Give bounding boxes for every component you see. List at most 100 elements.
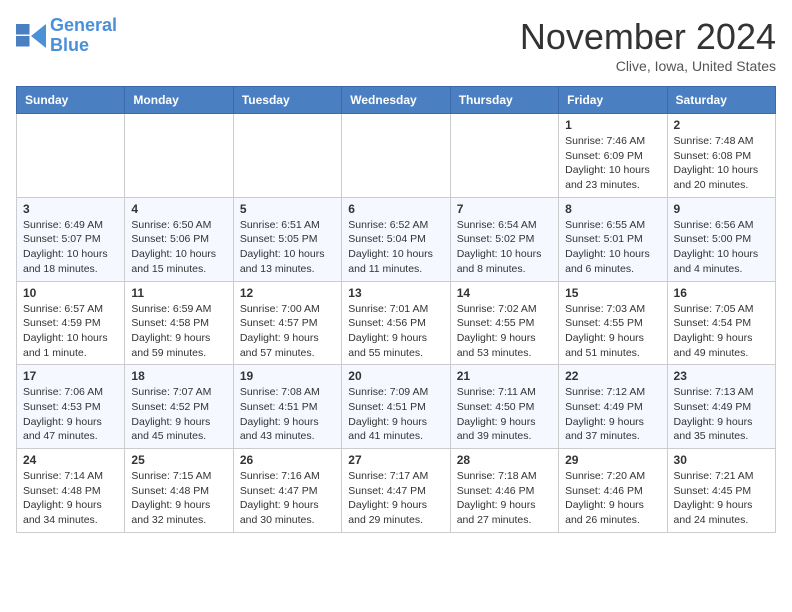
day-number: 19	[240, 369, 335, 383]
day-info: Sunrise: 7:13 AM Sunset: 4:49 PM Dayligh…	[674, 385, 769, 444]
calendar-cell: 23 Sunrise: 7:13 AM Sunset: 4:49 PM Dayli…	[667, 365, 775, 449]
day-info: Sunrise: 6:49 AM Sunset: 5:07 PM Dayligh…	[23, 218, 118, 277]
day-info: Sunrise: 6:52 AM Sunset: 5:04 PM Dayligh…	[348, 218, 443, 277]
calendar-cell: 7 Sunrise: 6:54 AM Sunset: 5:02 PM Daylig…	[450, 197, 558, 281]
calendar-cell: 16 Sunrise: 7:05 AM Sunset: 4:54 PM Dayli…	[667, 281, 775, 365]
calendar: SundayMondayTuesdayWednesdayThursdayFrid…	[16, 86, 776, 533]
day-info: Sunrise: 7:01 AM Sunset: 4:56 PM Dayligh…	[348, 302, 443, 361]
day-info: Sunrise: 7:14 AM Sunset: 4:48 PM Dayligh…	[23, 469, 118, 528]
logo-icon	[16, 24, 46, 48]
day-number: 4	[131, 202, 226, 216]
calendar-week-2: 3 Sunrise: 6:49 AM Sunset: 5:07 PM Daylig…	[17, 197, 776, 281]
day-info: Sunrise: 6:50 AM Sunset: 5:06 PM Dayligh…	[131, 218, 226, 277]
day-number: 3	[23, 202, 118, 216]
day-info: Sunrise: 7:18 AM Sunset: 4:46 PM Dayligh…	[457, 469, 552, 528]
day-info: Sunrise: 7:16 AM Sunset: 4:47 PM Dayligh…	[240, 469, 335, 528]
day-header-sunday: Sunday	[17, 87, 125, 114]
day-header-monday: Monday	[125, 87, 233, 114]
calendar-cell: 11 Sunrise: 6:59 AM Sunset: 4:58 PM Dayli…	[125, 281, 233, 365]
day-header-thursday: Thursday	[450, 87, 558, 114]
logo-text: General Blue	[50, 16, 117, 56]
calendar-cell: 26 Sunrise: 7:16 AM Sunset: 4:47 PM Dayli…	[233, 449, 341, 533]
calendar-cell: 10Sunrise: 6:57 AM Sunset: 4:59 PM Dayli…	[17, 281, 125, 365]
day-number: 27	[348, 453, 443, 467]
day-info: Sunrise: 7:09 AM Sunset: 4:51 PM Dayligh…	[348, 385, 443, 444]
calendar-cell: 18 Sunrise: 7:07 AM Sunset: 4:52 PM Dayli…	[125, 365, 233, 449]
calendar-cell: 15 Sunrise: 7:03 AM Sunset: 4:55 PM Dayli…	[559, 281, 667, 365]
day-number: 26	[240, 453, 335, 467]
calendar-cell	[342, 114, 450, 198]
calendar-cell	[17, 114, 125, 198]
day-info: Sunrise: 7:05 AM Sunset: 4:54 PM Dayligh…	[674, 302, 769, 361]
day-number: 16	[674, 286, 769, 300]
day-info: Sunrise: 7:17 AM Sunset: 4:47 PM Dayligh…	[348, 469, 443, 528]
day-header-tuesday: Tuesday	[233, 87, 341, 114]
calendar-cell: 8Sunrise: 6:55 AM Sunset: 5:01 PM Daylig…	[559, 197, 667, 281]
day-number: 29	[565, 453, 660, 467]
page-header: General Blue November 2024 Clive, Iowa, …	[16, 16, 776, 74]
day-info: Sunrise: 7:11 AM Sunset: 4:50 PM Dayligh…	[457, 385, 552, 444]
calendar-cell: 27 Sunrise: 7:17 AM Sunset: 4:47 PM Dayli…	[342, 449, 450, 533]
calendar-cell	[233, 114, 341, 198]
day-number: 28	[457, 453, 552, 467]
calendar-cell	[125, 114, 233, 198]
day-number: 14	[457, 286, 552, 300]
day-number: 22	[565, 369, 660, 383]
day-number: 9	[674, 202, 769, 216]
title-block: November 2024 Clive, Iowa, United States	[520, 16, 776, 74]
day-number: 25	[131, 453, 226, 467]
calendar-cell: 22Sunrise: 7:12 AM Sunset: 4:49 PM Dayli…	[559, 365, 667, 449]
day-info: Sunrise: 6:55 AM Sunset: 5:01 PM Dayligh…	[565, 218, 660, 277]
calendar-cell: 6Sunrise: 6:52 AM Sunset: 5:04 PM Daylig…	[342, 197, 450, 281]
day-number: 24	[23, 453, 118, 467]
calendar-cell: 2 Sunrise: 7:48 AM Sunset: 6:08 PM Daylig…	[667, 114, 775, 198]
logo-line1: General	[50, 15, 117, 35]
day-number: 13	[348, 286, 443, 300]
day-number: 18	[131, 369, 226, 383]
calendar-week-3: 10Sunrise: 6:57 AM Sunset: 4:59 PM Dayli…	[17, 281, 776, 365]
day-number: 23	[674, 369, 769, 383]
day-info: Sunrise: 7:06 AM Sunset: 4:53 PM Dayligh…	[23, 385, 118, 444]
day-info: Sunrise: 7:08 AM Sunset: 4:51 PM Dayligh…	[240, 385, 335, 444]
day-info: Sunrise: 7:07 AM Sunset: 4:52 PM Dayligh…	[131, 385, 226, 444]
calendar-cell: 25Sunrise: 7:15 AM Sunset: 4:48 PM Dayli…	[125, 449, 233, 533]
calendar-week-5: 24 Sunrise: 7:14 AM Sunset: 4:48 PM Dayli…	[17, 449, 776, 533]
day-info: Sunrise: 6:56 AM Sunset: 5:00 PM Dayligh…	[674, 218, 769, 277]
calendar-cell: 1Sunrise: 7:46 AM Sunset: 6:09 PM Daylig…	[559, 114, 667, 198]
day-number: 7	[457, 202, 552, 216]
day-info: Sunrise: 7:03 AM Sunset: 4:55 PM Dayligh…	[565, 302, 660, 361]
day-number: 30	[674, 453, 769, 467]
day-header-wednesday: Wednesday	[342, 87, 450, 114]
calendar-cell: 14Sunrise: 7:02 AM Sunset: 4:55 PM Dayli…	[450, 281, 558, 365]
day-number: 11	[131, 286, 226, 300]
day-info: Sunrise: 6:59 AM Sunset: 4:58 PM Dayligh…	[131, 302, 226, 361]
day-number: 2	[674, 118, 769, 132]
day-number: 12	[240, 286, 335, 300]
day-info: Sunrise: 6:51 AM Sunset: 5:05 PM Dayligh…	[240, 218, 335, 277]
day-info: Sunrise: 7:20 AM Sunset: 4:46 PM Dayligh…	[565, 469, 660, 528]
calendar-cell: 30 Sunrise: 7:21 AM Sunset: 4:45 PM Dayli…	[667, 449, 775, 533]
calendar-cell: 17 Sunrise: 7:06 AM Sunset: 4:53 PM Dayli…	[17, 365, 125, 449]
day-number: 1	[565, 118, 660, 132]
calendar-week-4: 17 Sunrise: 7:06 AM Sunset: 4:53 PM Dayli…	[17, 365, 776, 449]
day-number: 21	[457, 369, 552, 383]
calendar-cell: 12Sunrise: 7:00 AM Sunset: 4:57 PM Dayli…	[233, 281, 341, 365]
calendar-cell: 4 Sunrise: 6:50 AM Sunset: 5:06 PM Daylig…	[125, 197, 233, 281]
calendar-cell: 28 Sunrise: 7:18 AM Sunset: 4:46 PM Dayli…	[450, 449, 558, 533]
calendar-header-row: SundayMondayTuesdayWednesdayThursdayFrid…	[17, 87, 776, 114]
day-number: 15	[565, 286, 660, 300]
logo-line2: Blue	[50, 35, 89, 55]
calendar-cell: 3 Sunrise: 6:49 AM Sunset: 5:07 PM Daylig…	[17, 197, 125, 281]
calendar-week-1: 1Sunrise: 7:46 AM Sunset: 6:09 PM Daylig…	[17, 114, 776, 198]
logo: General Blue	[16, 16, 117, 56]
calendar-cell	[450, 114, 558, 198]
day-info: Sunrise: 6:54 AM Sunset: 5:02 PM Dayligh…	[457, 218, 552, 277]
calendar-cell: 24 Sunrise: 7:14 AM Sunset: 4:48 PM Dayli…	[17, 449, 125, 533]
day-info: Sunrise: 7:48 AM Sunset: 6:08 PM Dayligh…	[674, 134, 769, 193]
day-info: Sunrise: 7:21 AM Sunset: 4:45 PM Dayligh…	[674, 469, 769, 528]
calendar-cell: 29 Sunrise: 7:20 AM Sunset: 4:46 PM Dayli…	[559, 449, 667, 533]
day-header-saturday: Saturday	[667, 87, 775, 114]
day-number: 17	[23, 369, 118, 383]
calendar-cell: 19 Sunrise: 7:08 AM Sunset: 4:51 PM Dayli…	[233, 365, 341, 449]
calendar-cell: 21 Sunrise: 7:11 AM Sunset: 4:50 PM Dayli…	[450, 365, 558, 449]
